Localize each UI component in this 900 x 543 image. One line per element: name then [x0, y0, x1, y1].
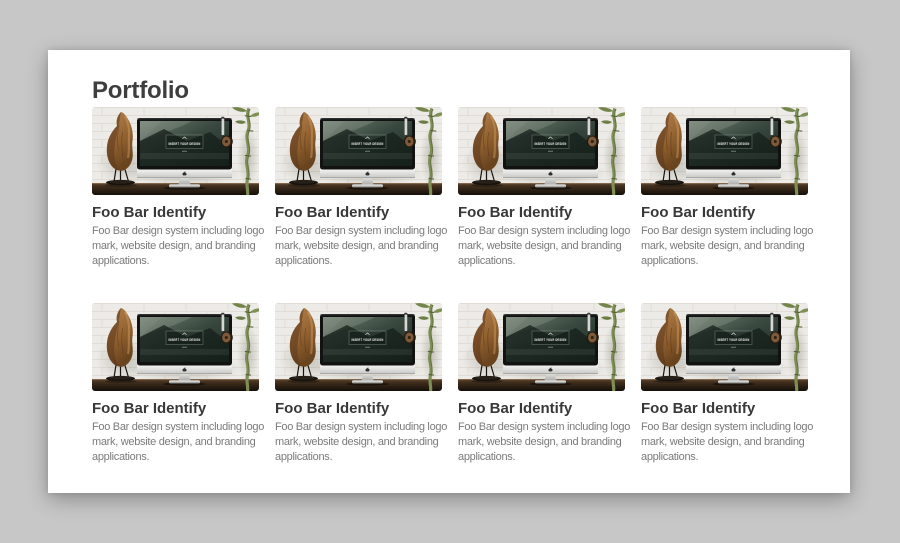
card-description-line: Foo Bar design system including logo — [458, 224, 625, 239]
card-description-line: mark, website design, and branding — [92, 239, 259, 254]
card-description-line: mark, website design, and branding — [275, 435, 442, 450]
card-description-line: applications. — [275, 450, 442, 465]
card-title: Foo Bar Identify — [458, 399, 625, 418]
card-title: Foo Bar Identify — [275, 203, 442, 222]
portfolio-grid: Foo Bar Identify Foo Bar design system i… — [92, 107, 806, 465]
card-title: Foo Bar Identify — [275, 399, 442, 418]
portfolio-card[interactable]: Foo Bar Identify Foo Bar design system i… — [458, 107, 625, 269]
card-description-line: Foo Bar design system including logo — [458, 420, 625, 435]
card-title: Foo Bar Identify — [458, 203, 625, 222]
portfolio-card[interactable]: Foo Bar Identify Foo Bar design system i… — [92, 107, 259, 269]
card-title: Foo Bar Identify — [92, 399, 259, 418]
card-description-line: mark, website design, and branding — [458, 239, 625, 254]
card-description-line: applications. — [458, 254, 625, 269]
card-description-line: mark, website design, and branding — [458, 435, 625, 450]
imac-desk-photo — [92, 303, 259, 391]
portfolio-card[interactable]: Foo Bar Identify Foo Bar design system i… — [458, 303, 625, 465]
card-thumbnail[interactable] — [458, 303, 625, 391]
imac-desk-photo — [458, 107, 625, 195]
card-description: Foo Bar design system including logo mar… — [275, 420, 442, 465]
portfolio-card[interactable]: Foo Bar Identify Foo Bar design system i… — [641, 107, 808, 269]
card-description-line: Foo Bar design system including logo — [92, 224, 259, 239]
card-description-line: mark, website design, and branding — [641, 435, 808, 450]
portfolio-card[interactable]: Foo Bar Identify Foo Bar design system i… — [641, 303, 808, 465]
imac-desk-photo — [458, 303, 625, 391]
card-description-line: applications. — [641, 254, 808, 269]
content-panel: Portfolio Foo Bar Identify Foo Bar desig… — [48, 50, 850, 493]
imac-desk-photo — [92, 107, 259, 195]
imac-desk-photo — [641, 303, 808, 391]
card-thumbnail[interactable] — [92, 107, 259, 195]
card-description-line: applications. — [458, 450, 625, 465]
card-description-line: Foo Bar design system including logo — [641, 420, 808, 435]
card-description-line: Foo Bar design system including logo — [641, 224, 808, 239]
card-description: Foo Bar design system including logo mar… — [458, 420, 625, 465]
card-description: Foo Bar design system including logo mar… — [641, 224, 808, 269]
card-thumbnail[interactable] — [641, 303, 808, 391]
card-description: Foo Bar design system including logo mar… — [641, 420, 808, 465]
card-description: Foo Bar design system including logo mar… — [275, 224, 442, 269]
imac-desk-photo — [641, 107, 808, 195]
card-title: Foo Bar Identify — [92, 203, 259, 222]
imac-desk-photo — [275, 107, 442, 195]
page-title: Portfolio — [92, 76, 806, 106]
card-title: Foo Bar Identify — [641, 399, 808, 418]
portfolio-card[interactable]: Foo Bar Identify Foo Bar design system i… — [92, 303, 259, 465]
card-description-line: mark, website design, and branding — [275, 239, 442, 254]
card-description-line: applications. — [92, 450, 259, 465]
card-description-line: Foo Bar design system including logo — [92, 420, 259, 435]
portfolio-card[interactable]: Foo Bar Identify Foo Bar design system i… — [275, 107, 442, 269]
card-thumbnail[interactable] — [641, 107, 808, 195]
card-description-line: Foo Bar design system including logo — [275, 224, 442, 239]
card-description-line: applications. — [641, 450, 808, 465]
card-description-line: mark, website design, and branding — [92, 435, 259, 450]
card-description: Foo Bar design system including logo mar… — [458, 224, 625, 269]
card-description-line: applications. — [92, 254, 259, 269]
card-thumbnail[interactable] — [275, 303, 442, 391]
card-description: Foo Bar design system including logo mar… — [92, 420, 259, 465]
card-title: Foo Bar Identify — [641, 203, 808, 222]
portfolio-card[interactable]: Foo Bar Identify Foo Bar design system i… — [275, 303, 442, 465]
card-description: Foo Bar design system including logo mar… — [92, 224, 259, 269]
card-thumbnail[interactable] — [92, 303, 259, 391]
card-description-line: applications. — [275, 254, 442, 269]
card-description-line: Foo Bar design system including logo — [275, 420, 442, 435]
card-thumbnail[interactable] — [275, 107, 442, 195]
card-thumbnail[interactable] — [458, 107, 625, 195]
card-description-line: mark, website design, and branding — [641, 239, 808, 254]
imac-desk-photo — [275, 303, 442, 391]
